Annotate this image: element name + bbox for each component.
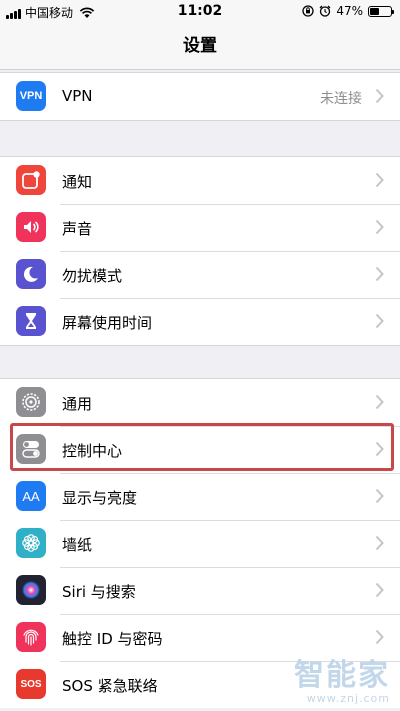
settings-row-vpn[interactable]: VPN VPN 未连接 (0, 73, 400, 120)
wallpaper-icon (16, 528, 46, 558)
gear-icon (16, 387, 46, 417)
siri-icon (16, 575, 46, 605)
nav-bar: 设置 (0, 24, 400, 70)
settings-row-label: 屏幕使用时间 (62, 314, 153, 332)
chevron-right-icon (375, 266, 384, 282)
hourglass-icon (16, 306, 46, 336)
settings-group-network: VPN VPN 未连接 (0, 72, 400, 121)
vpn-status: 未连接 (320, 91, 362, 107)
settings-row-sounds[interactable]: 声音 (0, 204, 400, 251)
settings-row-label: 声音 (62, 220, 93, 238)
settings-row-label: 墙纸 (62, 536, 93, 554)
settings-row-wallpaper[interactable]: 墙纸 (0, 520, 400, 567)
settings-row-do-not-disturb[interactable]: 勿扰模式 (0, 251, 400, 298)
settings-row-screen-time[interactable]: 屏幕使用时间 (0, 298, 400, 345)
chevron-right-icon (375, 582, 384, 598)
vpn-icon: VPN (16, 81, 46, 111)
chevron-right-icon (375, 172, 384, 188)
settings-row-display[interactable]: AA 显示与亮度 (0, 473, 400, 520)
page-title: 设置 (183, 36, 217, 56)
sos-icon: SOS (16, 669, 46, 699)
rotation-lock-icon (302, 5, 314, 17)
settings-row-label: SOS 紧急联络 (62, 677, 158, 695)
settings-row-label: VPN (62, 87, 93, 105)
settings-group-notifications: 通知 声音 勿扰模式 屏幕使用时间 (0, 156, 400, 346)
settings-row-label: 触控 ID 与密码 (62, 630, 163, 648)
settings-row-touch-id[interactable]: 触控 ID 与密码 (0, 614, 400, 661)
chevron-right-icon (375, 629, 384, 645)
display-icon: AA (16, 481, 46, 511)
battery-percent: 47% (336, 4, 363, 18)
notifications-icon (16, 165, 46, 195)
highlight-box (10, 423, 394, 471)
watermark-url: www.znj.com (306, 692, 390, 705)
chevron-right-icon (375, 88, 384, 104)
chevron-right-icon (375, 394, 384, 410)
settings-row-label: 显示与亮度 (62, 489, 138, 507)
status-bar: 中国移动 11:02 47% (0, 0, 400, 24)
chevron-right-icon (375, 535, 384, 551)
fingerprint-icon (16, 622, 46, 652)
alarm-icon (319, 5, 331, 17)
watermark-title: 智能家 (294, 658, 390, 693)
moon-icon (16, 259, 46, 289)
settings-row-siri[interactable]: Siri 与搜索 (0, 567, 400, 614)
settings-row-label: 勿扰模式 (62, 267, 123, 285)
settings-row-label: 通知 (62, 173, 93, 191)
chevron-right-icon (375, 488, 384, 504)
battery-icon (368, 5, 394, 17)
sounds-icon (16, 212, 46, 242)
settings-row-general[interactable]: 通用 (0, 379, 400, 426)
chevron-right-icon (375, 219, 384, 235)
settings-row-label: Siri 与搜索 (62, 583, 136, 601)
chevron-right-icon (375, 313, 384, 329)
watermark: 智能家 www.znj.com (294, 658, 390, 706)
settings-row-label: 通用 (62, 395, 93, 413)
settings-row-notifications[interactable]: 通知 (0, 157, 400, 204)
